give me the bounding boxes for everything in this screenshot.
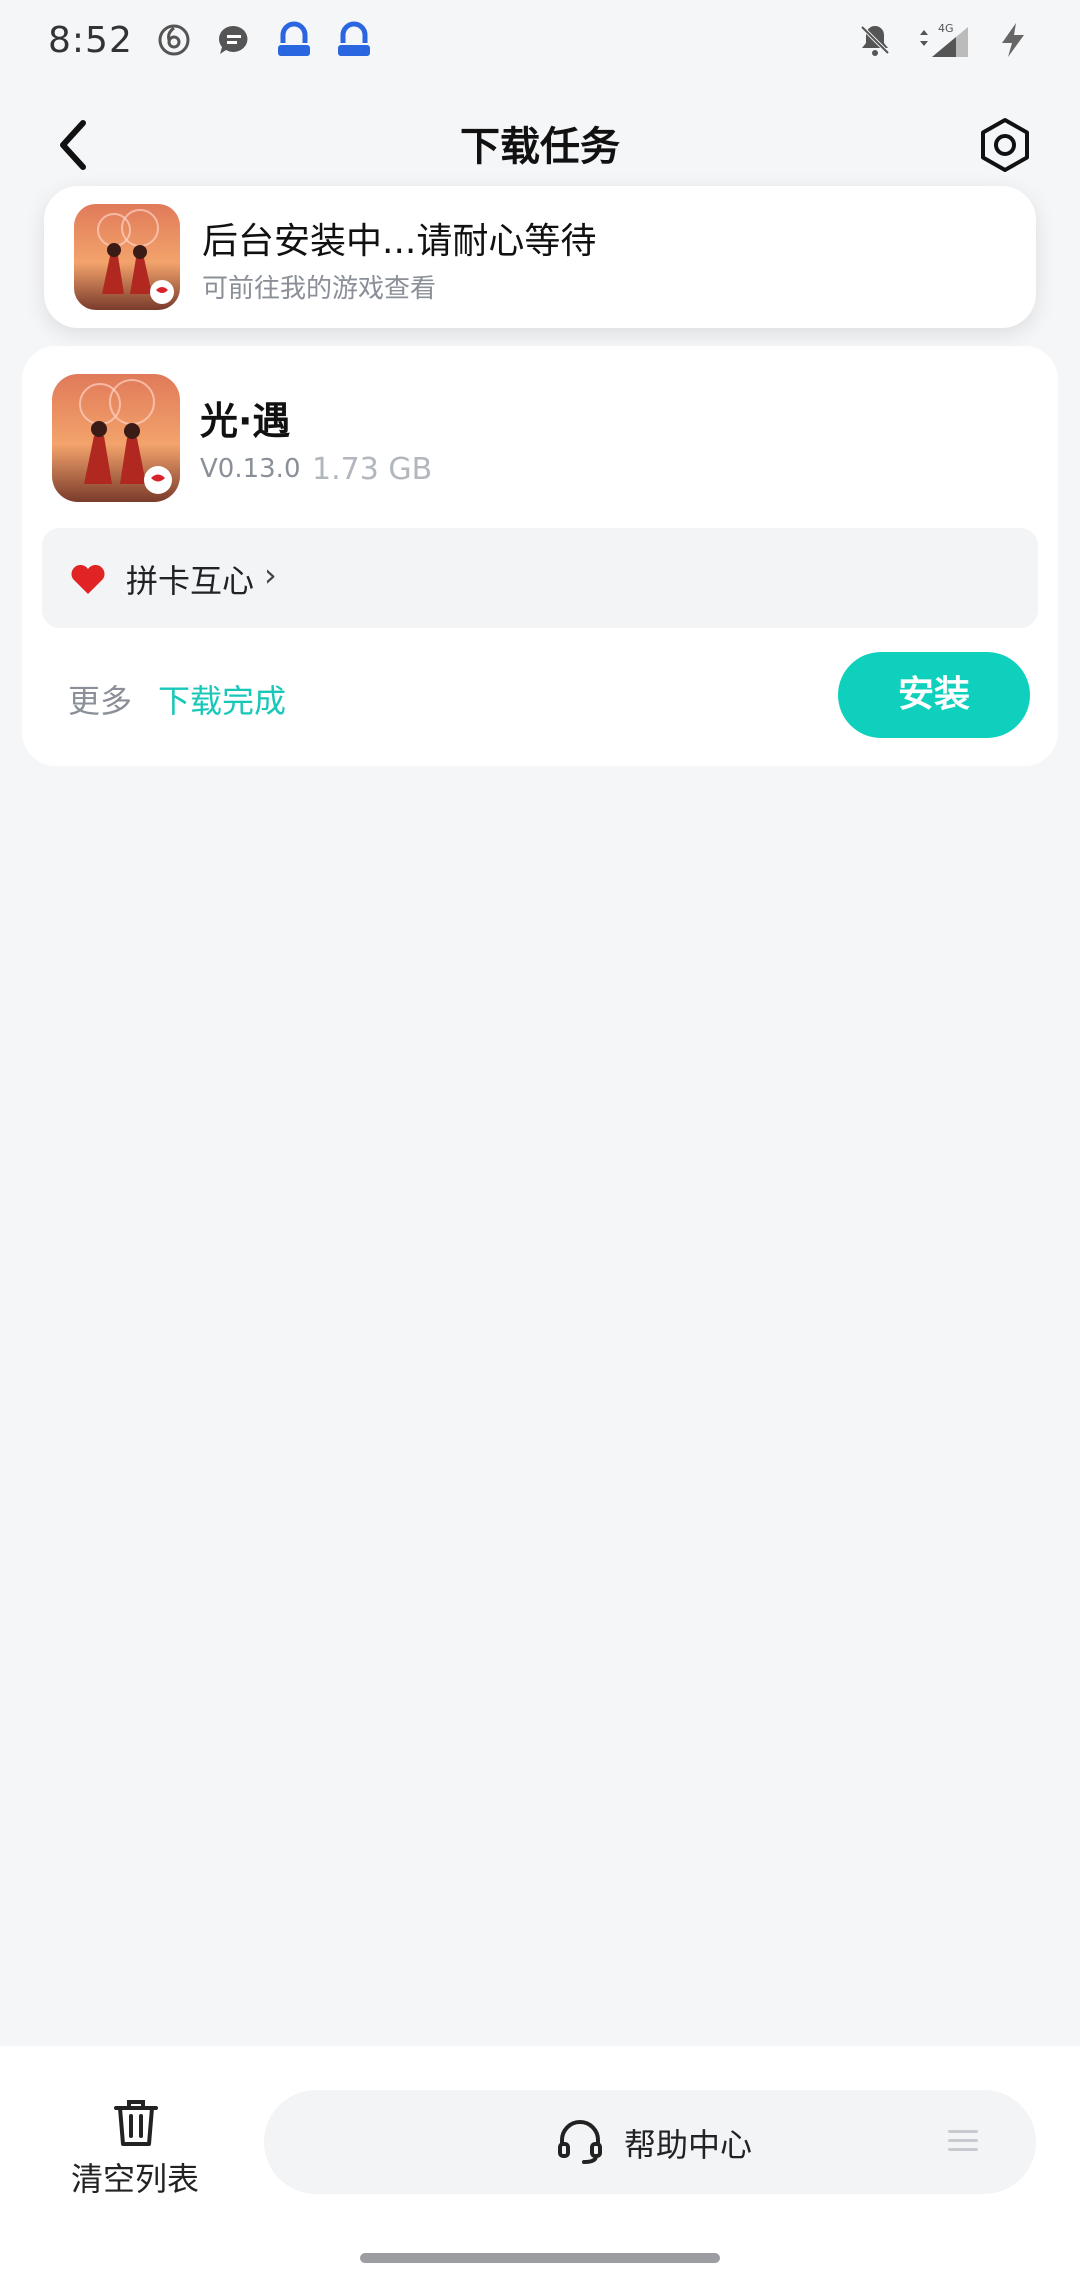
heart-icon [71,564,105,594]
trash-icon [114,2100,158,2146]
promo-banner[interactable]: 拼卡互心 › [42,528,1038,628]
toast-title: 后台安装中...请耐心等待 [202,221,597,262]
headset-icon [558,2120,602,2164]
status-bar: 8:52 4G [0,0,1080,80]
install-button[interactable]: 安装 [838,652,1030,738]
bottom-bar: 清空列表 帮助中心 [0,2046,1080,2280]
charging-bolt-icon [994,21,1032,59]
status-bar-right: 4G [856,21,1032,59]
menu-icon[interactable] [946,2124,980,2158]
security-app-icon [275,21,313,59]
download-tasks-screen: 8:52 4G 下载任务 后台安装中...请耐心等待 可前往我的游戏查看 光·遇… [0,0,1080,2280]
chevron-right-icon: › [264,556,277,594]
app-version: V0.13.0 [200,454,301,484]
status-time: 8:52 [48,19,133,61]
home-indicator[interactable] [360,2253,720,2263]
message-bubble-icon [215,21,253,59]
status-bar-left: 8:52 [48,20,373,61]
security-app-icon [335,21,373,59]
game-icon [74,204,180,310]
more-button[interactable]: 更多 [68,676,132,722]
gear-icon [981,118,1029,172]
page-title: 下载任务 [460,124,620,170]
app-size: 1.73 GB [312,452,433,487]
network-type-label: 4G [938,22,954,35]
app-name: 光·遇 [200,399,291,443]
help-center-label: 帮助中心 [624,2126,753,2164]
toast-subtitle: 可前往我的游戏查看 [202,274,437,304]
clear-list-label: 清空列表 [70,2160,199,2198]
app-icon[interactable] [52,374,180,502]
settings-button[interactable] [970,110,1040,180]
download-status: 下载完成 [158,682,287,720]
install-toast[interactable]: 后台安装中...请耐心等待 可前往我的游戏查看 [44,186,1036,328]
bell-muted-icon [856,21,894,59]
promo-text: 拼卡互心 [126,562,255,600]
help-center-button[interactable]: 帮助中心 [264,2090,1036,2194]
download-task-card: 光·遇 V0.13.0 1.73 GB 拼卡互心 › 更多 下载完成 安装 [22,346,1058,766]
netease-music-icon [155,21,193,59]
header: 下载任务 [0,100,1080,190]
clear-list-button[interactable]: 清空列表 [60,2096,210,2206]
signal-4g-icon: 4G [916,21,972,59]
